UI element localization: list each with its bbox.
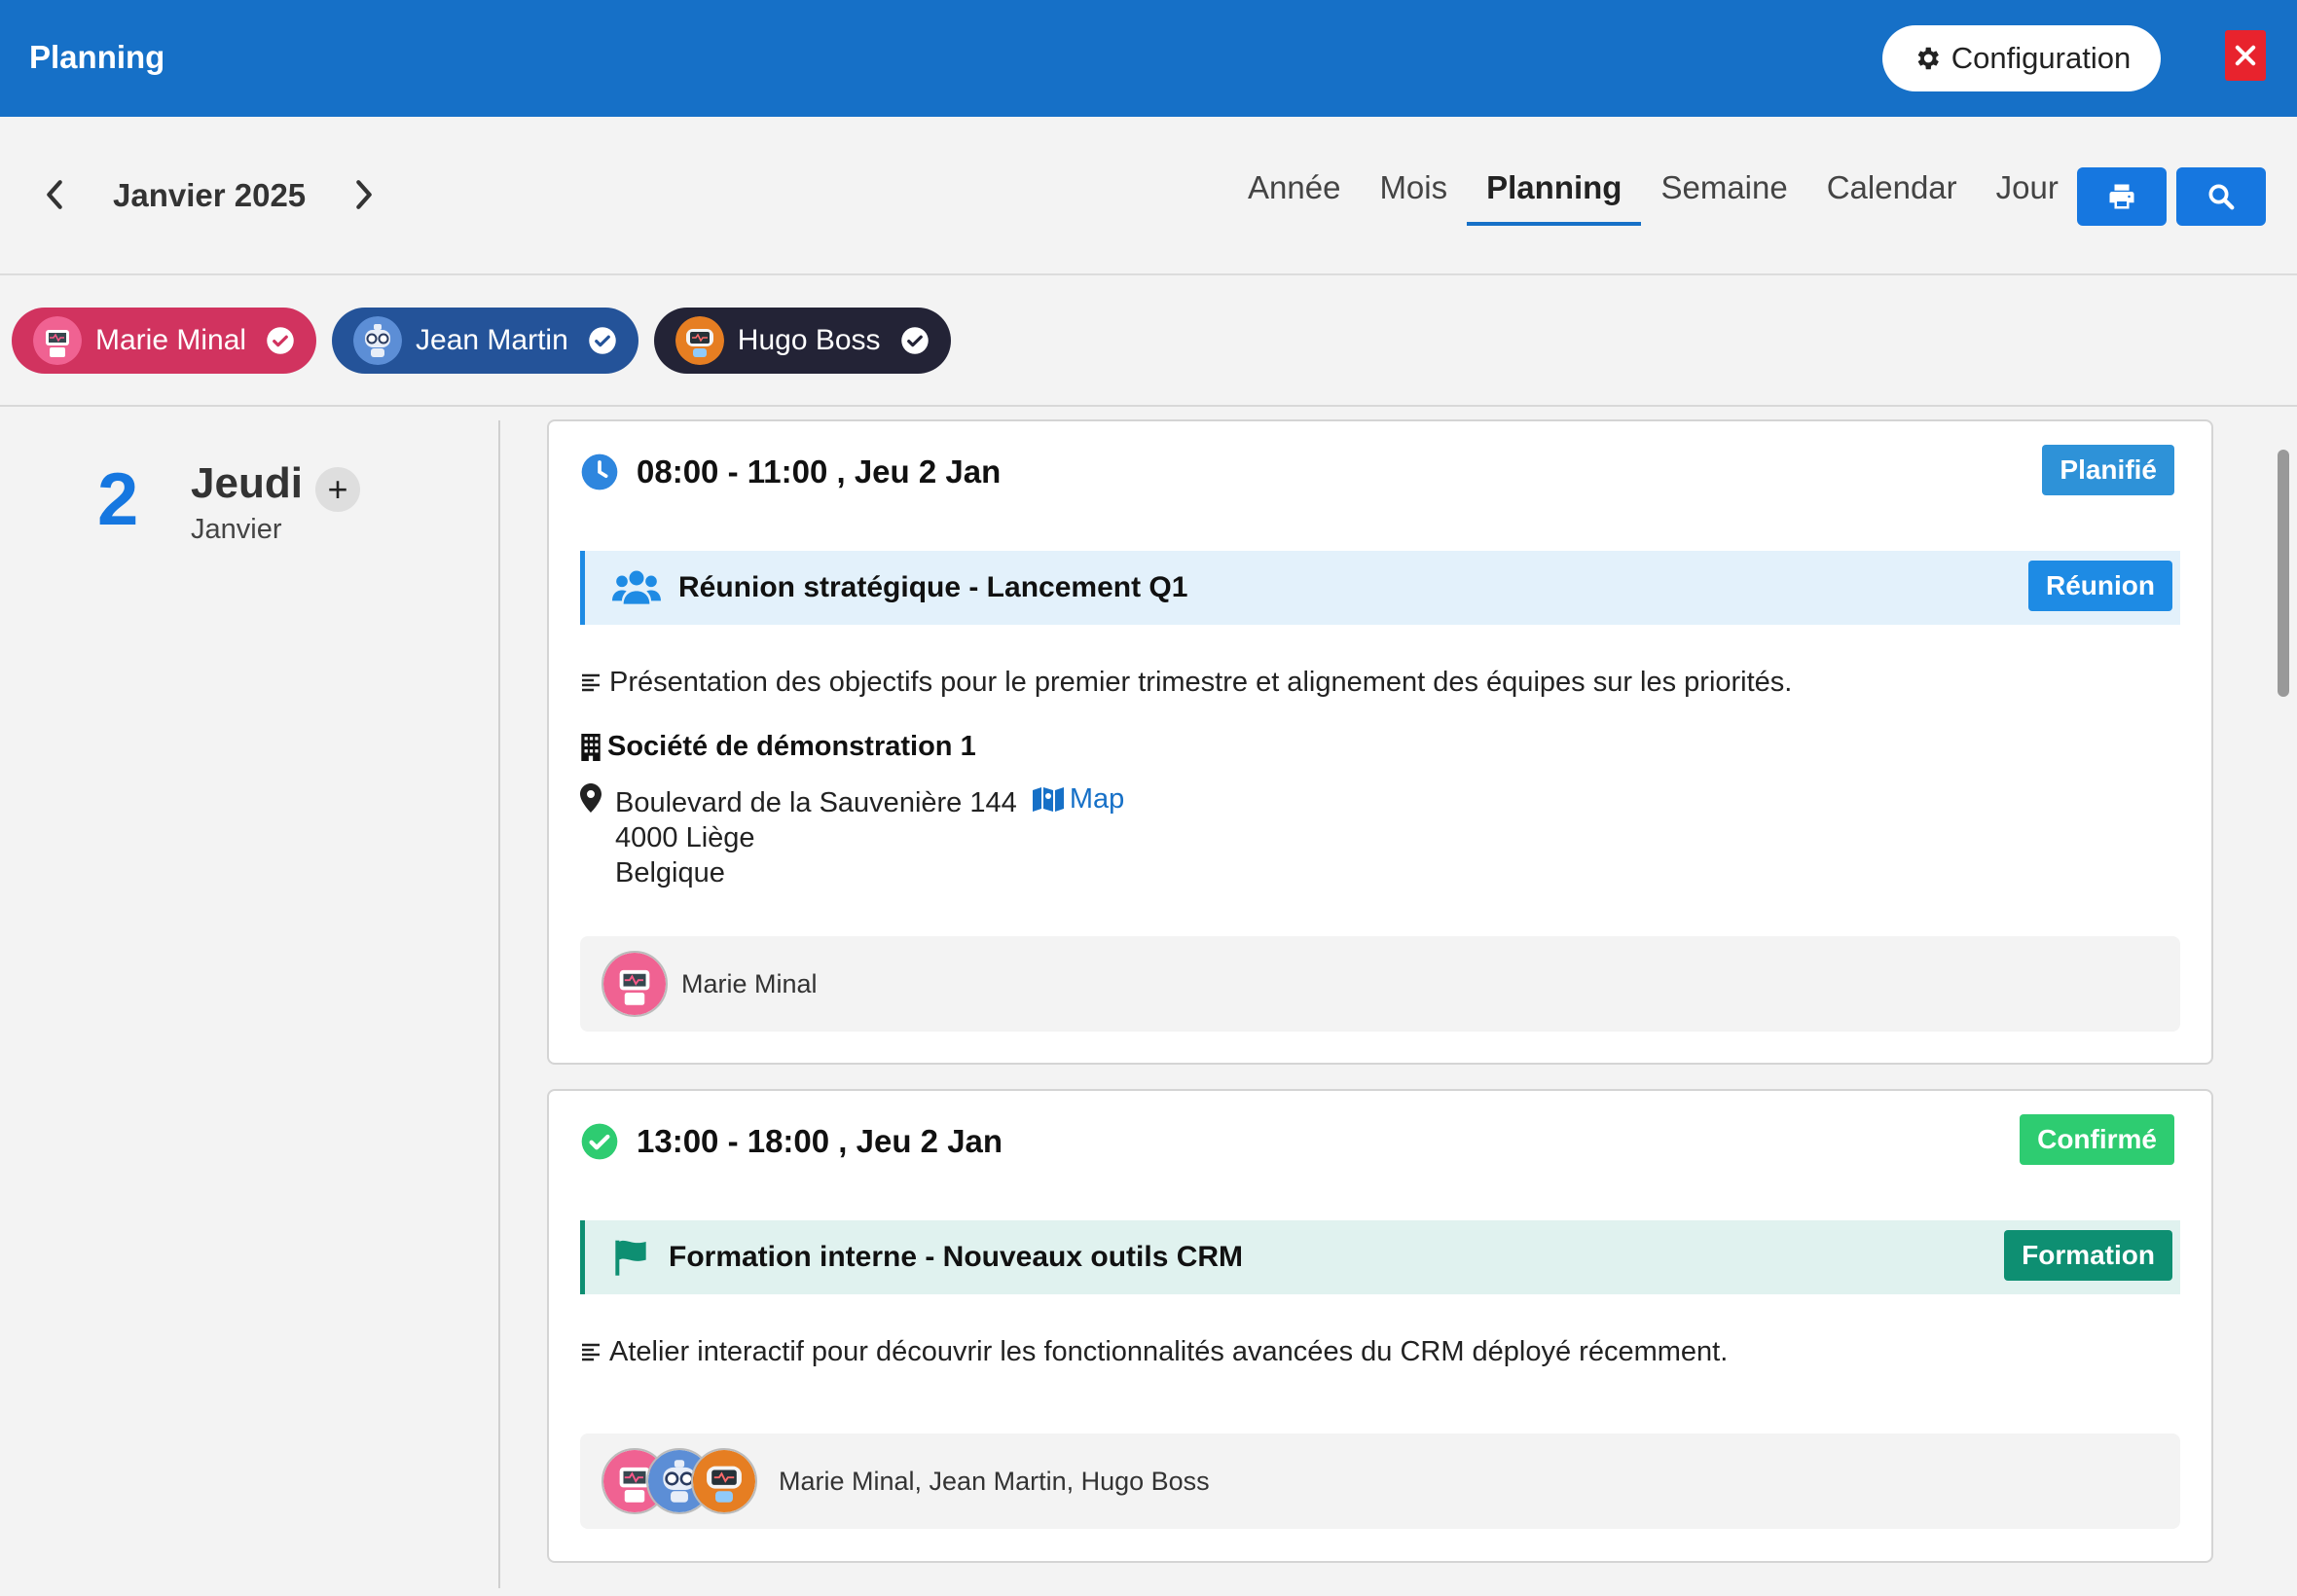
address: Boulevard de la Sauvenière 144 Map 4000 … — [580, 781, 1124, 890]
event-type-badge: Réunion — [2028, 561, 2172, 611]
print-icon — [2109, 184, 2134, 209]
event-description: Présentation des objectifs pour le premi… — [580, 667, 1792, 699]
event-title: Formation interne - Nouveaux outils CRM — [669, 1241, 1244, 1273]
search-icon — [2208, 184, 2235, 210]
tab-planning[interactable]: Planning — [1467, 167, 1642, 226]
robot-avatar-icon — [353, 316, 403, 365]
map-pin-icon — [580, 783, 602, 813]
align-left-icon — [582, 1343, 600, 1360]
add-event-button[interactable]: + — [315, 467, 360, 512]
status-badge: Planifié — [2042, 445, 2174, 495]
tab-annee[interactable]: Année — [1228, 167, 1360, 226]
configuration-label: Configuration — [1951, 41, 2132, 75]
description-text: Présentation des objectifs pour le premi… — [609, 667, 1793, 698]
tab-mois[interactable]: Mois — [1360, 167, 1467, 226]
event-title-band: Réunion stratégique - Lancement Q1 Réuni… — [580, 551, 2180, 625]
column-divider — [498, 420, 500, 1588]
chevron-right-icon — [356, 180, 372, 209]
avatar-stack — [602, 1448, 765, 1514]
event-card[interactable]: 08:00 - 11:00 , Jeu 2 Jan Planifié Réuni… — [547, 419, 2213, 1065]
participants: Marie Minal, Jean Martin, Hugo Boss — [580, 1433, 2180, 1529]
event-time: 13:00 - 18:00 , Jeu 2 Jan — [580, 1122, 1003, 1161]
event-time: 08:00 - 11:00 , Jeu 2 Jan — [580, 453, 1001, 491]
map-link[interactable]: Map — [1032, 781, 1125, 816]
chevron-left-icon — [47, 180, 62, 209]
users-icon — [612, 570, 661, 604]
event-time-label: 08:00 - 11:00 , Jeu 2 Jan — [637, 453, 1002, 490]
app-header: Planning Configuration — [0, 0, 2297, 117]
resource-filter: Marie Minal Jean Martin Hugo Boss — [12, 308, 951, 374]
check-circle-icon — [581, 1123, 618, 1160]
address-line3: Belgique — [615, 857, 725, 889]
robot-avatar-icon — [33, 316, 82, 365]
address-line1: Boulevard de la Sauvenière 144 — [615, 787, 1017, 818]
resource-chip-hugo-boss[interactable]: Hugo Boss — [653, 308, 951, 374]
description-text: Atelier interactif pour découvrir les fo… — [609, 1336, 1729, 1367]
map-icon — [1032, 787, 1064, 812]
participant-names: Marie Minal, Jean Martin, Hugo Boss — [779, 1466, 1210, 1496]
resource-name: Marie Minal — [95, 324, 247, 356]
event-card[interactable]: 13:00 - 18:00 , Jeu 2 Jan Confirmé Forma… — [547, 1089, 2213, 1563]
company: Société de démonstration 1 — [580, 731, 976, 763]
event-title: Réunion stratégique - Lancement Q1 — [678, 571, 1188, 603]
resource-chip-jean-martin[interactable]: Jean Martin — [332, 308, 638, 374]
configuration-button[interactable]: Configuration — [1882, 25, 2161, 91]
event-title-band: Formation interne - Nouveaux outils CRM … — [580, 1220, 2180, 1294]
section-divider — [0, 405, 2297, 407]
event-type-badge: Formation — [2004, 1230, 2172, 1281]
search-button[interactable] — [2176, 167, 2266, 226]
event-time-label: 13:00 - 18:00 , Jeu 2 Jan — [637, 1123, 1003, 1159]
flag-icon — [615, 1240, 646, 1276]
next-month-button[interactable] — [345, 175, 383, 214]
address-line2: 4000 Liège — [615, 822, 755, 853]
event-description: Atelier interactif pour découvrir les fo… — [580, 1336, 1728, 1368]
day-month: Janvier — [191, 514, 282, 545]
check-circle-icon — [589, 327, 616, 354]
app-title: Planning — [29, 39, 165, 75]
check-circle-icon — [900, 327, 929, 354]
status-badge: Confirmé — [2020, 1114, 2174, 1165]
calendar-toolbar: Janvier 2025 Année Mois Planning Semaine… — [0, 117, 2297, 275]
gear-icon — [1917, 47, 1939, 70]
tab-semaine[interactable]: Semaine — [1641, 167, 1806, 226]
map-label: Map — [1069, 783, 1125, 815]
tab-jour[interactable]: Jour — [1977, 167, 2078, 226]
clock-icon — [581, 453, 618, 490]
company-name: Société de démonstration 1 — [607, 731, 976, 762]
view-tabs: Année Mois Planning Semaine Calendar Jou… — [1228, 167, 2078, 226]
day-number: 2 — [97, 458, 139, 541]
check-circle-icon — [267, 327, 294, 354]
scrollbar[interactable] — [2278, 450, 2289, 697]
resource-name: Jean Martin — [416, 324, 568, 356]
close-icon — [2235, 45, 2256, 66]
participant-names: Marie Minal — [681, 968, 818, 998]
building-icon — [581, 733, 601, 761]
robot-avatar-icon — [691, 1448, 757, 1514]
current-month: Janvier 2025 — [113, 177, 307, 213]
robot-avatar-icon — [675, 316, 724, 365]
tab-calendar[interactable]: Calendar — [1807, 167, 1977, 226]
day-name: Jeudi — [191, 459, 303, 507]
close-button[interactable] — [2225, 30, 2266, 81]
align-left-icon — [582, 673, 600, 691]
print-button[interactable] — [2077, 167, 2167, 226]
robot-avatar-icon — [602, 951, 668, 1017]
resource-chip-marie-minal[interactable]: Marie Minal — [12, 308, 317, 374]
resource-name: Hugo Boss — [737, 324, 881, 356]
participants: Marie Minal — [580, 936, 2180, 1032]
previous-month-button[interactable] — [35, 175, 74, 214]
